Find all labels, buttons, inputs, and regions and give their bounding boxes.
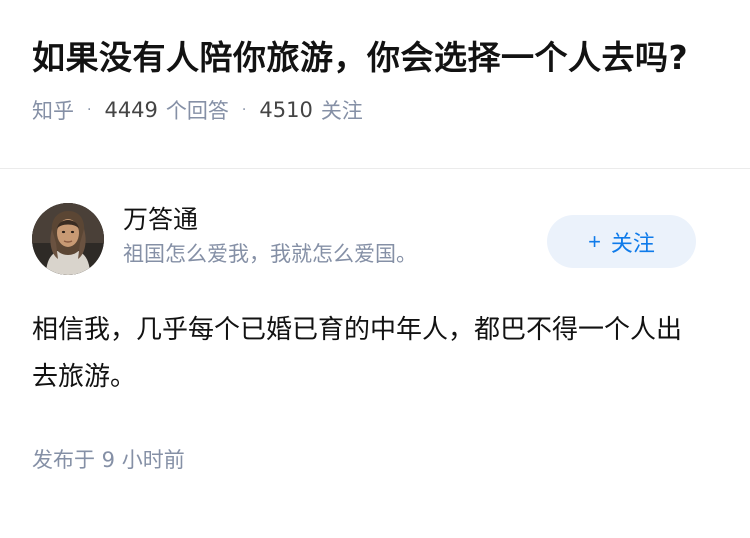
follow-button-label: 关注 (610, 230, 655, 256)
author-row: 万答通 祖国怎么爱我，我就怎么爱国。 + 关注 (32, 169, 718, 289)
author-name[interactable]: 万答通 (123, 203, 417, 237)
person-avatar-icon (32, 203, 104, 275)
question-title[interactable]: 如果没有人陪你旅游，你会选择一个人去吗? (32, 32, 718, 83)
author-bio: 祖国怎么爱我，我就怎么爱国。 (123, 242, 417, 266)
author-avatar[interactable] (32, 203, 104, 275)
question-header: 如果没有人陪你旅游，你会选择一个人去吗? 知乎 · 4449 个回答 · 451… (0, 0, 750, 169)
author-info: 万答通 祖国怎么爱我，我就怎么爱国。 (123, 203, 417, 271)
answer-count: 4449 (104, 98, 158, 122)
question-meta: 知乎 · 4449 个回答 · 4510 关注 (32, 95, 718, 125)
plus-icon: + (588, 228, 601, 254)
meta-separator: · (241, 102, 247, 118)
answer-count-label[interactable]: 个回答 (166, 95, 229, 125)
follow-count-label[interactable]: 关注 (321, 95, 363, 125)
answer-card: 万答通 祖国怎么爱我，我就怎么爱国。 + 关注 相信我，几乎每个已婚已育的中年人… (0, 169, 750, 474)
answer-content[interactable]: 相信我，几乎每个已婚已育的中年人，都巴不得一个人出去旅游。 (32, 307, 702, 401)
source-label[interactable]: 知乎 (32, 95, 74, 125)
follow-button[interactable]: + 关注 (547, 215, 696, 268)
answer-timestamp: 发布于 9 小时前 (32, 448, 185, 472)
follow-count: 4510 (259, 98, 313, 122)
meta-separator: · (87, 102, 92, 118)
